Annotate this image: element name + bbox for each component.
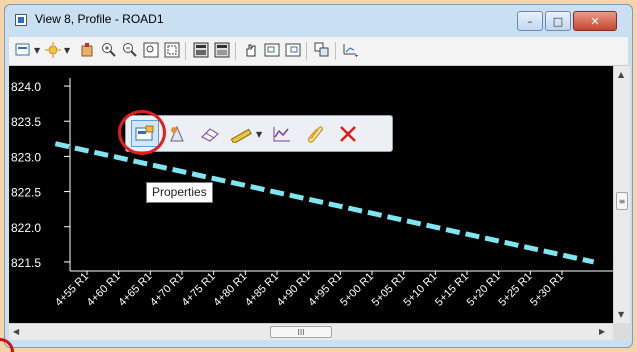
profile-window: View 8, Profile - ROAD1 – □ ✕ ▼ ▼ 824.0 … [4, 4, 633, 348]
x-tick-label: 5+25 R1 [496, 271, 534, 309]
profile-graph-icon[interactable] [268, 120, 296, 147]
view-tools-icon[interactable] [341, 40, 361, 60]
scroll-left-icon[interactable]: ◀ [13, 327, 19, 336]
x-tick-label: 5+05 R1 [370, 271, 408, 309]
window-icon [15, 14, 27, 26]
calculator-icon[interactable] [191, 40, 211, 60]
toolbar-separator [306, 42, 307, 60]
x-tick-label: 5+30 R1 [528, 271, 566, 309]
scroll-corner [613, 323, 630, 340]
x-tick-label: 4+65 R1 [116, 271, 154, 309]
y-tick-label: 823.0 [11, 150, 41, 164]
display-style-icon[interactable] [43, 40, 63, 60]
y-tick-label: 823.5 [11, 115, 41, 129]
minimize-button[interactable]: – [517, 11, 543, 31]
window-title: View 8, Profile - ROAD1 [35, 12, 164, 26]
eraser-icon[interactable] [196, 120, 224, 147]
y-tick-label: 821.5 [11, 256, 41, 270]
title-bar[interactable]: View 8, Profile - ROAD1 – □ ✕ [5, 5, 632, 37]
scroll-down-icon[interactable]: ▼ [618, 310, 624, 319]
y-tick-label: 822.5 [11, 186, 41, 200]
view-toolbar: ▼ ▼ [9, 37, 628, 66]
y-tick-label: 822.0 [11, 221, 41, 235]
x-tick-label: 4+60 R1 [85, 271, 123, 309]
x-tick-label: 4+80 R1 [211, 271, 249, 309]
toolbar-separator [235, 42, 236, 60]
paperclip-icon[interactable] [301, 120, 329, 147]
profile-chart: 824.0823.5823.0822.5822.0821.54+55 R14+6… [11, 78, 613, 309]
view-attributes-icon[interactable] [13, 40, 33, 60]
toolbar-separator [335, 42, 336, 60]
zoom-in-icon[interactable] [99, 40, 119, 60]
x-tick-label: 4+90 R1 [275, 271, 313, 309]
next-view-icon[interactable] [283, 40, 303, 60]
chevron-down-icon[interactable]: ▼ [256, 130, 262, 139]
calculator-alt-icon[interactable] [212, 40, 232, 60]
close-button[interactable]: ✕ [573, 11, 617, 31]
zoom-out-icon[interactable] [120, 40, 140, 60]
toolbar-separator [185, 42, 186, 60]
profile-view[interactable]: 824.0 823.5 823.0 822.5 822.0 821.5 4+55 R1 4+6… [9, 66, 613, 323]
window-area-icon[interactable] [162, 40, 182, 60]
chevron-down-icon[interactable]: ▼ [64, 46, 70, 55]
measure-icon[interactable] [228, 120, 256, 147]
x-tick-label: 4+85 R1 [243, 271, 281, 309]
scroll-up-icon[interactable]: ▲ [618, 70, 624, 79]
properties-tooltip: Properties [146, 182, 213, 203]
x-tick-label: 5+00 R1 [338, 271, 376, 309]
x-tick-label: 4+75 R1 [180, 271, 218, 309]
x-tick-label: 5+10 R1 [401, 271, 439, 309]
scroll-right-icon[interactable]: ▶ [599, 327, 605, 336]
view-copy-icon[interactable] [312, 40, 332, 60]
horizontal-scroll-thumb[interactable]: III [270, 326, 332, 338]
edit-tool-icon[interactable] [164, 120, 192, 147]
x-tick-label: 4+70 R1 [148, 271, 186, 309]
chevron-down-icon[interactable]: ▼ [34, 46, 40, 55]
y-tick-label: 824.0 [11, 80, 41, 94]
level-display-icon[interactable] [77, 40, 97, 60]
previous-view-icon[interactable] [262, 40, 282, 60]
delete-icon[interactable] [334, 120, 362, 147]
maximize-button[interactable]: □ [545, 11, 571, 31]
fit-view-icon[interactable] [141, 40, 161, 60]
x-tick-label: 5+15 R1 [433, 271, 471, 309]
highlight-circle [118, 110, 166, 155]
pan-icon[interactable] [241, 40, 261, 60]
x-tick-label: 5+20 R1 [465, 271, 503, 309]
horizontal-scrollbar[interactable]: ◀ III ▶ [9, 323, 613, 340]
vertical-scroll-thumb[interactable]: ≡ [616, 192, 628, 210]
vertical-scrollbar[interactable]: ▲ ≡ ▼ [613, 66, 630, 323]
x-tick-label: 4+95 R1 [306, 271, 344, 309]
profile-line[interactable] [54, 141, 595, 265]
x-tick-label: 4+55 R1 [53, 271, 91, 309]
